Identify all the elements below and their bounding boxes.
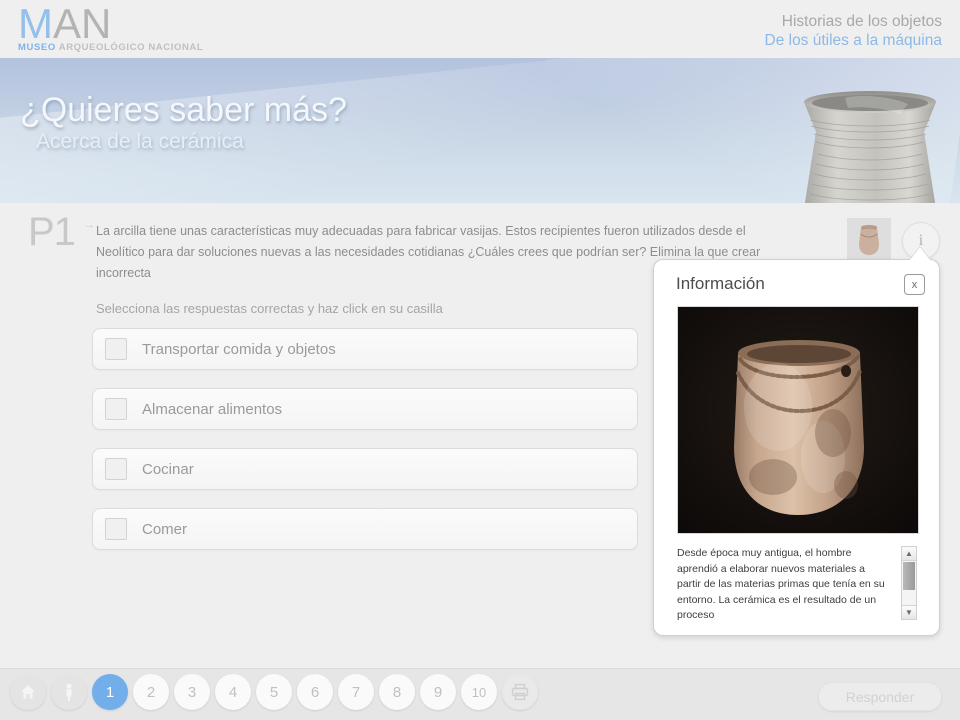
answer-option-label: Transportar comida y objetos	[142, 340, 336, 358]
question-number: P1	[28, 210, 76, 254]
checkbox-option-4[interactable]	[105, 518, 127, 540]
application-root: MAN MUSEO ARQUEOLÓGICO NACIONAL Historia…	[0, 0, 960, 720]
banner-vessel-image	[790, 84, 950, 203]
logo-letter-m: M	[18, 0, 53, 47]
answer-options-list: Transportar comida y objetos Almacenar a…	[92, 328, 638, 568]
question-arrow-icon: →	[84, 219, 95, 231]
page-button-6[interactable]: 6	[297, 674, 333, 710]
information-panel: Información x Desde época muy antigua, e…	[653, 247, 940, 636]
printer-icon	[511, 683, 529, 701]
logo-letters-an: AN	[53, 0, 112, 47]
page-button-4[interactable]: 4	[215, 674, 251, 710]
museum-logo[interactable]: MAN MUSEO ARQUEOLÓGICO NACIONAL	[18, 3, 318, 56]
app-header: MAN MUSEO ARQUEOLÓGICO NACIONAL Historia…	[0, 0, 960, 58]
scroll-down-icon[interactable]: ▼	[902, 605, 916, 619]
answer-option-label: Almacenar alimentos	[142, 400, 283, 418]
page-button-10[interactable]: 10	[461, 674, 497, 710]
header-exhibit-title: De los útiles a la máquina	[764, 32, 943, 49]
logo-subtitle-rest: ARQUEOLÓGICO NACIONAL	[55, 42, 204, 53]
character-button[interactable]	[51, 674, 87, 710]
page-banner: ¿Quieres saber más? Acerca de la cerámic…	[0, 58, 960, 203]
page-button-9[interactable]: 9	[420, 674, 456, 710]
checkbox-option-3[interactable]	[105, 458, 127, 480]
answer-option-label: Comer	[142, 520, 188, 538]
panel-text-area: Desde época muy antigua, el hombre apren…	[677, 546, 917, 621]
question-instruction: Selecciona las respuestas correctas y ha…	[96, 301, 443, 316]
scrollbar-thumb[interactable]	[903, 562, 915, 590]
page-button-8[interactable]: 8	[379, 674, 415, 710]
header-titles: Historias de los objetos De los útiles a…	[765, 12, 943, 50]
header-series-title: Historias de los objetos	[781, 13, 942, 30]
banner-title: ¿Quieres saber más?	[20, 91, 347, 129]
page-button-5[interactable]: 5	[256, 674, 292, 710]
page-button-1[interactable]: 1	[92, 674, 128, 710]
logo-subtitle: MUSEO ARQUEOLÓGICO NACIONAL	[18, 42, 318, 53]
answer-option-label: Cocinar	[142, 460, 194, 478]
checkbox-option-2[interactable]	[105, 398, 127, 420]
answer-option-1[interactable]: Transportar comida y objetos	[92, 328, 638, 370]
logo-wordmark: MAN	[18, 3, 318, 45]
panel-scrollbar[interactable]: ▲ ▼	[901, 546, 917, 620]
panel-pointer	[909, 247, 931, 261]
panel-title: Información	[676, 274, 765, 293]
page-button-7[interactable]: 7	[338, 674, 374, 710]
logo-subtitle-museo: MUSEO	[18, 42, 56, 53]
person-icon	[66, 683, 72, 701]
checkbox-option-1[interactable]	[105, 338, 127, 360]
vessel-thumbnail[interactable]	[847, 218, 891, 262]
panel-body-text: Desde época muy antigua, el hombre apren…	[677, 547, 885, 621]
page-button-3[interactable]: 3	[174, 674, 210, 710]
page-navigation: 1 2 3 4 5 6 7 8 9 10	[10, 674, 538, 710]
home-icon	[21, 685, 35, 699]
scroll-up-icon[interactable]: ▲	[902, 547, 916, 561]
panel-vessel-image	[677, 306, 919, 534]
home-button[interactable]	[10, 674, 46, 710]
answer-option-4[interactable]: Comer	[92, 508, 638, 550]
page-button-2[interactable]: 2	[133, 674, 169, 710]
bottom-navigation-bar: 1 2 3 4 5 6 7 8 9 10	[0, 668, 960, 720]
banner-subtitle: Acerca de la cerámica	[36, 130, 244, 153]
submit-button[interactable]: Responder	[818, 682, 942, 711]
answer-option-2[interactable]: Almacenar alimentos	[92, 388, 638, 430]
close-icon[interactable]: x	[904, 274, 925, 295]
answer-option-3[interactable]: Cocinar	[92, 448, 638, 490]
print-button[interactable]	[502, 674, 538, 710]
